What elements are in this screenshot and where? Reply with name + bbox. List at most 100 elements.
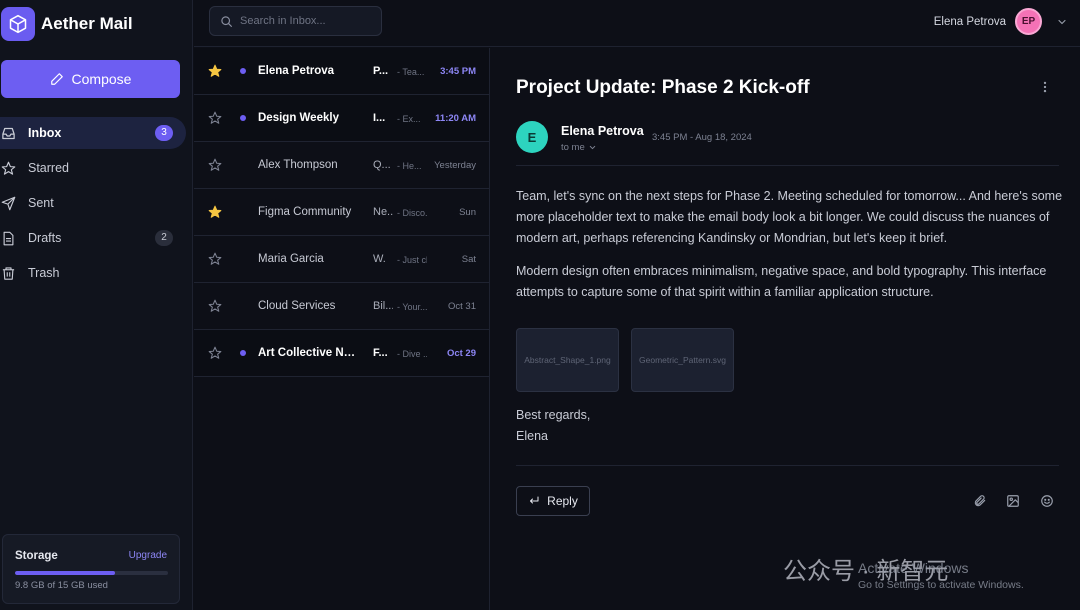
- search-icon: [221, 15, 232, 27]
- reading-pane: Project Update: Phase 2 Kick-off E Elena…: [491, 48, 1080, 610]
- email-time: 3:45 PM: [440, 66, 476, 77]
- unread-dot: [240, 68, 246, 74]
- search-input[interactable]: [240, 15, 370, 27]
- user-avatar[interactable]: EP: [1015, 8, 1042, 35]
- sidebar-item-sent[interactable]: Sent: [0, 187, 186, 219]
- email-row[interactable]: Alex Thompson Q... - He... Yesterday: [194, 142, 489, 189]
- star-filled-icon[interactable]: [208, 64, 222, 81]
- email-row[interactable]: Cloud Services Bil... - Your... Oct 31: [194, 283, 489, 330]
- email-snippet: - Just check...: [397, 255, 427, 265]
- email-sender: Elena Petrova: [258, 65, 335, 77]
- sender-avatar: E: [516, 121, 548, 153]
- paperclip-icon[interactable]: [971, 492, 989, 510]
- storage-progress-fill: [15, 571, 115, 575]
- email-subject: Bil...: [373, 300, 393, 312]
- email-time: Sat: [461, 254, 476, 265]
- sidebar-item-label: Trash: [28, 266, 60, 280]
- email-sender: Art Collective Ne...: [258, 347, 358, 359]
- email-snippet: - Ex...: [397, 114, 421, 124]
- email-subject: I...: [373, 112, 386, 124]
- user-name[interactable]: Elena Petrova: [934, 16, 1006, 28]
- email-time: Oct 31: [448, 301, 476, 312]
- brand[interactable]: Aether Mail: [0, 6, 133, 42]
- star-icon: [1, 160, 17, 176]
- send-icon: [1, 195, 17, 211]
- email-snippet: - Your...: [397, 302, 427, 312]
- sidebar-item-inbox[interactable]: Inbox 3: [0, 117, 186, 149]
- email-time: Sun: [459, 207, 476, 218]
- app-name: Aether Mail: [41, 14, 133, 33]
- pencil-icon: [50, 73, 63, 85]
- star-outline-icon[interactable]: [208, 346, 222, 363]
- sidebar-item-label: Starred: [28, 161, 69, 175]
- email-row[interactable]: Elena Petrova P... - Tea... 3:45 PM: [194, 48, 489, 95]
- more-options-icon[interactable]: [1038, 80, 1052, 99]
- header-divider: [516, 165, 1059, 166]
- email-snippet: - Dive ...: [397, 349, 427, 359]
- email-sender: Cloud Services: [258, 300, 336, 312]
- email-sender: Figma Community: [258, 206, 352, 218]
- star-filled-icon[interactable]: [208, 205, 222, 222]
- reply-label: Reply: [547, 494, 578, 508]
- trash-icon: [1, 265, 17, 281]
- inbox-icon: [1, 125, 17, 141]
- star-outline-icon[interactable]: [208, 111, 222, 128]
- message-signoff: Best regards, Elena: [516, 405, 590, 447]
- sidebar: Aether Mail Compose Inbox 3 Starred Sent: [0, 0, 193, 610]
- email-row[interactable]: Art Collective Ne... F... - Dive ... Oct 29: [194, 330, 489, 377]
- email-row[interactable]: Maria Garcia W. - Just check... Sat: [194, 236, 489, 283]
- activate-windows-title: Activate Windows: [858, 560, 969, 576]
- closing-text: Best regards,: [516, 408, 591, 422]
- email-sender: Maria Garcia: [258, 253, 324, 265]
- reply-button[interactable]: Reply: [516, 486, 590, 516]
- emoji-icon[interactable]: [1038, 492, 1056, 510]
- chevron-down-icon: [589, 145, 595, 150]
- sidebar-item-label: Inbox: [28, 126, 62, 140]
- message-paragraph: Team, let's sync on the next steps for P…: [516, 189, 1063, 245]
- sidebar-item-label: Drafts: [28, 231, 62, 245]
- reply-arrow-icon: [530, 496, 539, 504]
- attachment-name: Abstract_Shape_1.png: [524, 355, 611, 365]
- sidebar-item-starred[interactable]: Starred: [0, 152, 186, 184]
- compose-button[interactable]: Compose: [1, 60, 180, 98]
- sidebar-item-drafts[interactable]: Drafts 2: [0, 222, 186, 254]
- cube-icon: [1, 7, 35, 41]
- email-sender: Alex Thompson: [258, 159, 338, 171]
- message-paragraph: Modern design often embraces minimalism,…: [516, 264, 1047, 299]
- storage-title: Storage: [15, 550, 58, 562]
- recipient-toggle[interactable]: to me: [561, 142, 597, 153]
- attachment-thumbnail[interactable]: Abstract_Shape_1.png: [516, 328, 619, 392]
- email-time: 11:20 AM: [435, 113, 476, 124]
- message-subject: Project Update: Phase 2 Kick-off: [516, 77, 810, 98]
- image-icon[interactable]: [1004, 492, 1022, 510]
- sender-name[interactable]: Elena Petrova: [561, 124, 644, 138]
- storage-used-text: 9.8 GB of 15 GB used: [15, 580, 108, 591]
- email-row[interactable]: Design Weekly I... - Ex... 11:20 AM: [194, 95, 489, 142]
- signature-text: Elena: [516, 429, 548, 443]
- message-date: 3:45 PM - Aug 18, 2024: [652, 132, 752, 143]
- unread-dot: [240, 350, 246, 356]
- sidebar-item-label: Sent: [28, 196, 54, 210]
- email-time: Yesterday: [434, 160, 476, 171]
- star-outline-icon[interactable]: [208, 252, 222, 269]
- unread-count-badge: 3: [155, 125, 173, 141]
- storage-card: Storage Upgrade 9.8 GB of 15 GB used: [2, 534, 180, 604]
- chevron-down-icon[interactable]: [1056, 15, 1068, 33]
- email-snippet: - He...: [397, 161, 422, 171]
- folder-nav: Inbox 3 Starred Sent Drafts 2 Trash: [0, 117, 193, 292]
- search-box[interactable]: [209, 6, 382, 36]
- email-time: Oct 29: [446, 348, 476, 359]
- upgrade-link[interactable]: Upgrade: [129, 550, 167, 561]
- unread-dot: [240, 115, 246, 121]
- email-snippet: - Tea...: [397, 67, 425, 77]
- attachment-name: Geometric_Pattern.svg: [639, 355, 726, 365]
- sidebar-item-trash[interactable]: Trash: [0, 257, 186, 289]
- email-row[interactable]: Figma Community Ne... - Disco... Sun: [194, 189, 489, 236]
- email-subject: W.: [373, 253, 386, 265]
- star-outline-icon[interactable]: [208, 158, 222, 175]
- footer-divider: [516, 465, 1059, 466]
- attachment-thumbnail[interactable]: Geometric_Pattern.svg: [631, 328, 734, 392]
- top-bar: Elena Petrova EP: [194, 0, 1080, 47]
- star-outline-icon[interactable]: [208, 299, 222, 316]
- email-snippet: - Disco...: [397, 208, 427, 218]
